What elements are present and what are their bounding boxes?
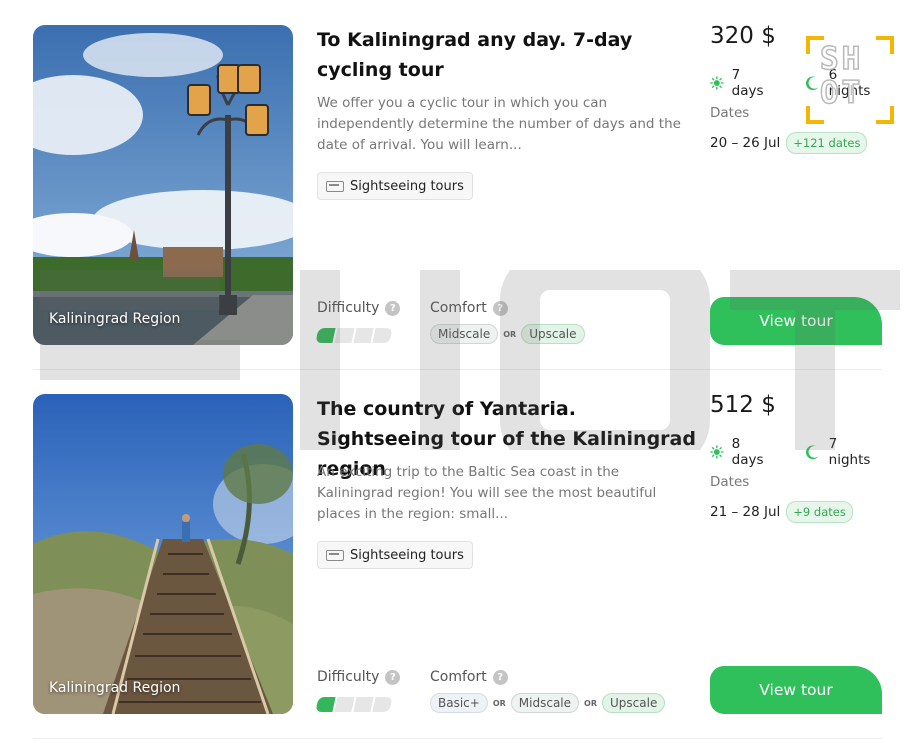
difficulty-label: Difficulty ? [317,669,401,685]
bus-icon [326,180,344,192]
date-range: 20 – 26 Jul [710,135,781,151]
difficulty-text: Difficulty [317,669,380,685]
help-icon[interactable]: ? [492,300,508,316]
difficulty-segment [353,328,374,343]
more-dates-badge[interactable]: +121 dates [786,132,868,154]
comfort-label: Comfort ? [430,300,508,316]
comfort-option: Midscale [510,693,580,713]
tour-card: Kaliningrad Region The country of Yantar… [33,392,882,714]
comfort-option: Upscale [521,324,585,344]
tour-card: Kaliningrad Region To Kaliningrad any da… [33,23,882,345]
bus-icon [326,549,344,561]
more-dates-badge[interactable]: +9 dates [786,501,853,523]
card-divider [33,369,882,370]
logo-line: SH [819,41,864,77]
help-icon[interactable]: ? [385,300,401,316]
tour-price: 512 $ [710,392,776,418]
dates-label: Dates [710,474,750,490]
difficulty-meter [315,328,393,343]
logo-line: OT [819,75,864,111]
help-icon[interactable]: ? [385,669,401,685]
tour-type-tag: Sightseeing tours [317,172,473,200]
tour-title[interactable]: To Kaliningrad any day. 7-day cycling to… [317,25,697,85]
tour-type-label: Sightseeing tours [350,547,464,563]
moon-icon [806,445,819,460]
comfort-text: Comfort [430,669,487,685]
shot-logo: SH OT [806,36,894,124]
tour-dates: 21 – 28 Jul +9 dates [710,501,853,523]
difficulty-segment [372,697,393,712]
comfort-option: Upscale [602,693,666,713]
days-count: 7 days [731,67,764,99]
or-separator: OR [492,698,506,708]
tour-dates: 20 – 26 Jul +121 dates [710,132,868,154]
tour-description: We offer you a cyclic tour in which you … [317,95,681,153]
help-icon[interactable]: ? [492,669,508,685]
difficulty-segment [315,328,336,343]
dates-label: Dates [710,105,750,121]
days-count: 8 days [731,436,764,468]
view-tour-button[interactable]: View tour [710,666,882,714]
tour-region-label: Kaliningrad Region [49,680,181,696]
tour-type-tag: Sightseeing tours [317,541,473,569]
nights-count: 7 nights [828,436,871,468]
difficulty-text: Difficulty [317,300,380,316]
tour-duration: 8 days 7 nights [710,436,882,468]
comfort-options: Midscale OR Upscale [430,324,585,344]
or-separator: OR [584,698,597,708]
sun-icon [710,445,724,459]
tour-photo[interactable]: Kaliningrad Region [33,394,293,714]
sun-icon [710,76,724,90]
card-divider [33,738,882,739]
tour-description: An exciting trip to the Baltic Sea coast… [317,464,657,522]
or-separator: OR [503,329,517,339]
comfort-option: Basic+ [430,693,488,713]
difficulty-segment [334,328,355,343]
view-tour-button[interactable]: View tour [710,297,882,345]
tour-price: 320 $ [710,23,776,49]
comfort-label: Comfort ? [430,669,508,685]
difficulty-label: Difficulty ? [317,300,401,316]
difficulty-segment [334,697,355,712]
comfort-options: Basic+ OR Midscale OR Upscale [430,693,666,713]
difficulty-segment [315,697,336,712]
tour-region-label: Kaliningrad Region [49,311,181,327]
difficulty-segment [372,328,393,343]
difficulty-meter [315,697,393,712]
tour-type-label: Sightseeing tours [350,178,464,194]
comfort-text: Comfort [430,300,487,316]
difficulty-segment [353,697,374,712]
date-range: 21 – 28 Jul [710,504,781,520]
comfort-option: Midscale [430,324,499,344]
tour-photo[interactable]: Kaliningrad Region [33,25,293,345]
